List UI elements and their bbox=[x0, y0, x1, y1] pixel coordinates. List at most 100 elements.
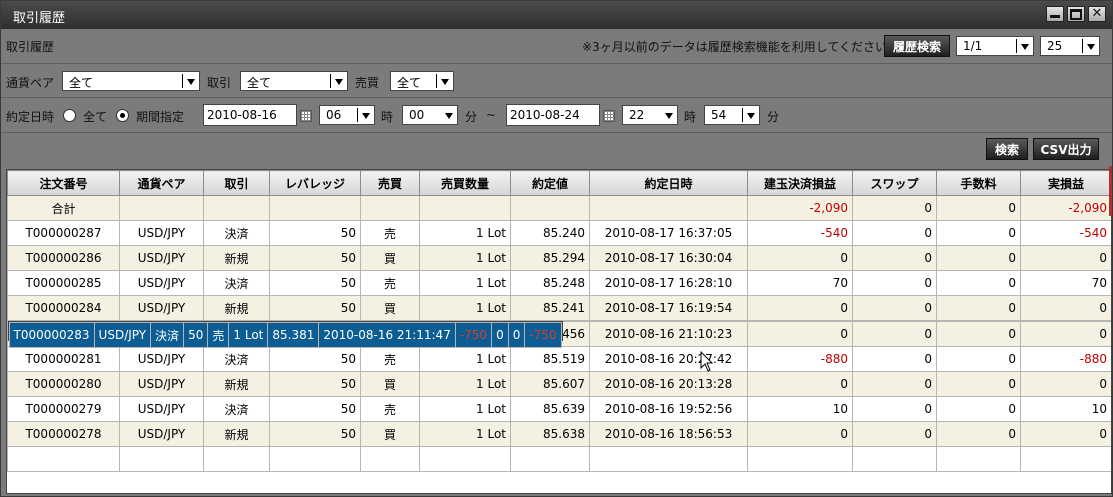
table-cell: 70 bbox=[1020, 270, 1111, 296]
hour-label: 時 bbox=[381, 110, 394, 124]
column-header[interactable]: 約定日時 bbox=[589, 170, 748, 196]
table-cell: -880 bbox=[1020, 346, 1111, 372]
column-header[interactable]: 売買 bbox=[360, 170, 420, 196]
table-cell: 1 Lot bbox=[419, 245, 511, 271]
table-cell: 50 bbox=[269, 270, 361, 296]
table-cell: 0 bbox=[1020, 321, 1111, 347]
chevron-down-icon bbox=[187, 79, 195, 85]
chevron-down-icon bbox=[445, 113, 453, 119]
table-cell bbox=[360, 195, 420, 221]
radio-all[interactable] bbox=[63, 109, 76, 122]
table-cell: -880 bbox=[747, 346, 853, 372]
table-cell: 0 bbox=[936, 295, 1021, 321]
table-cell: 50 bbox=[269, 295, 361, 321]
table-cell: 決済 bbox=[203, 346, 270, 372]
column-header[interactable]: 取引 bbox=[203, 170, 270, 196]
table-row[interactable]: T000000287 USD/JPY 決済 50 売 1 Lot 85.240 2010-08… bbox=[7, 220, 1111, 246]
column-header[interactable]: 通貨ペア bbox=[119, 170, 204, 196]
column-header[interactable]: レバレッジ bbox=[269, 170, 361, 196]
table-row[interactable]: T000000284 USD/JPY 新規 50 買 1 Lot 85.241 2010-08… bbox=[7, 295, 1111, 321]
pair-label: 通貨ペア bbox=[6, 76, 55, 90]
search-button[interactable]: 検索 bbox=[986, 138, 1028, 160]
table-cell: 70 bbox=[747, 270, 853, 296]
table-cell: 2010-08-16 20:13:28 bbox=[589, 371, 748, 397]
table-cell bbox=[269, 446, 361, 472]
column-header[interactable]: 手数料 bbox=[936, 170, 1021, 196]
table-row[interactable]: T000000283 USD/JPY 決済 50 売 1 Lot 85.381 2010-08… bbox=[7, 321, 563, 348]
table-cell: 85.639 bbox=[510, 396, 590, 422]
table-cell bbox=[419, 195, 511, 221]
table-cell: -750 bbox=[524, 322, 562, 348]
total-row: 合計 -2,090 0 0 -2,090 bbox=[7, 195, 1111, 221]
side-select[interactable]: 全て bbox=[390, 71, 454, 91]
table-cell: 0 bbox=[852, 220, 937, 246]
pair-select[interactable]: 全て bbox=[62, 71, 200, 91]
page-select[interactable]: 1/1 bbox=[956, 36, 1034, 56]
from-hour-select[interactable]: 06 bbox=[319, 105, 375, 125]
table-cell: 新規 bbox=[203, 245, 270, 271]
from-date-input[interactable]: 2010-08-16 bbox=[203, 104, 297, 126]
table-cell: 買 bbox=[360, 421, 420, 447]
table-cell: 1 Lot bbox=[419, 396, 511, 422]
title-bar[interactable]: 取引履歴 ✕ bbox=[1, 1, 1112, 29]
history-search-button[interactable]: 履歴検索 bbox=[884, 35, 950, 57]
trade-select[interactable]: 全て bbox=[240, 71, 348, 91]
per-page-select[interactable]: 25 bbox=[1040, 36, 1100, 56]
table-cell: 新規 bbox=[203, 371, 270, 397]
column-header[interactable]: 売買数量 bbox=[419, 170, 511, 196]
table-cell: 1 Lot bbox=[419, 220, 511, 246]
maximize-button[interactable] bbox=[1067, 6, 1085, 22]
table-cell: 1 Lot bbox=[419, 371, 511, 397]
table-cell: -2,090 bbox=[747, 195, 853, 221]
table-cell: 0 bbox=[852, 295, 937, 321]
table-cell: 2010-08-17 16:28:10 bbox=[589, 270, 748, 296]
from-minute-select[interactable]: 00 bbox=[402, 105, 458, 125]
calendar-icon[interactable] bbox=[300, 110, 312, 122]
table-cell: 2010-08-16 21:11:47 bbox=[318, 322, 456, 348]
chevron-down-icon bbox=[441, 79, 449, 85]
csv-export-button[interactable]: CSV出力 bbox=[1033, 138, 1099, 160]
side-label: 売買 bbox=[355, 76, 380, 90]
scrollbar-marker bbox=[1109, 166, 1112, 216]
table-row[interactable]: T000000278 USD/JPY 新規 50 買 1 Lot 85.638 2010-08… bbox=[7, 421, 1111, 447]
minimize-button[interactable] bbox=[1046, 6, 1064, 22]
table-cell bbox=[510, 446, 590, 472]
table-row[interactable]: T000000286 USD/JPY 新規 50 買 1 Lot 85.294 2010-08… bbox=[7, 245, 1111, 271]
table-cell: USD/JPY bbox=[119, 295, 204, 321]
close-icon: ✕ bbox=[1091, 6, 1103, 21]
table-cell: 0 bbox=[936, 220, 1021, 246]
table-cell: T000000281 bbox=[7, 346, 120, 372]
table-cell bbox=[203, 446, 270, 472]
radio-all-label: 全て bbox=[83, 110, 108, 124]
table-cell: 売 bbox=[360, 396, 420, 422]
table-row[interactable]: T000000280 USD/JPY 新規 50 買 1 Lot 85.607 2010-08… bbox=[7, 371, 1111, 397]
column-header[interactable]: スワップ bbox=[852, 170, 937, 196]
column-header[interactable]: 注文番号 bbox=[7, 170, 120, 196]
table-cell: 85.248 bbox=[510, 270, 590, 296]
column-header[interactable]: 建玉決済損益 bbox=[747, 170, 853, 196]
table-cell: 買 bbox=[360, 371, 420, 397]
table-cell: 0 bbox=[852, 270, 937, 296]
table-row[interactable]: T000000285 USD/JPY 決済 50 売 1 Lot 85.248 2010-08… bbox=[7, 270, 1111, 296]
to-minute-select[interactable]: 54 bbox=[704, 105, 760, 125]
table-cell: 50 bbox=[183, 322, 209, 348]
calendar-icon[interactable] bbox=[603, 110, 615, 122]
table-cell: 0 bbox=[852, 396, 937, 422]
radio-period-label: 期間指定 bbox=[136, 110, 185, 124]
radio-period[interactable] bbox=[116, 109, 129, 122]
table-cell: 0 bbox=[747, 371, 853, 397]
trade-history-table[interactable]: 注文番号 通貨ペア 取引 レバレッジ 売買 売買数量 約定値 約定日時 建玉決済損益 スワップ 手数… bbox=[6, 169, 1112, 494]
table-row[interactable]: T000000281 USD/JPY 決済 50 売 1 Lot 85.519 2010-08… bbox=[7, 346, 1111, 372]
table-cell: USD/JPY bbox=[93, 322, 152, 348]
table-cell bbox=[747, 446, 853, 472]
table-cell: 85.638 bbox=[510, 421, 590, 447]
table-cell bbox=[360, 446, 420, 472]
column-header[interactable]: 約定値 bbox=[510, 170, 590, 196]
table-row[interactable]: T000000279 USD/JPY 決済 50 売 1 Lot 85.639 2010-08… bbox=[7, 396, 1111, 422]
column-header[interactable]: 実損益 bbox=[1020, 170, 1111, 196]
close-button[interactable]: ✕ bbox=[1088, 6, 1106, 22]
to-date-input[interactable]: 2010-08-24 bbox=[506, 104, 600, 126]
to-hour-select[interactable]: 22 bbox=[622, 105, 678, 125]
table-cell bbox=[119, 195, 204, 221]
table-cell: 50 bbox=[269, 220, 361, 246]
